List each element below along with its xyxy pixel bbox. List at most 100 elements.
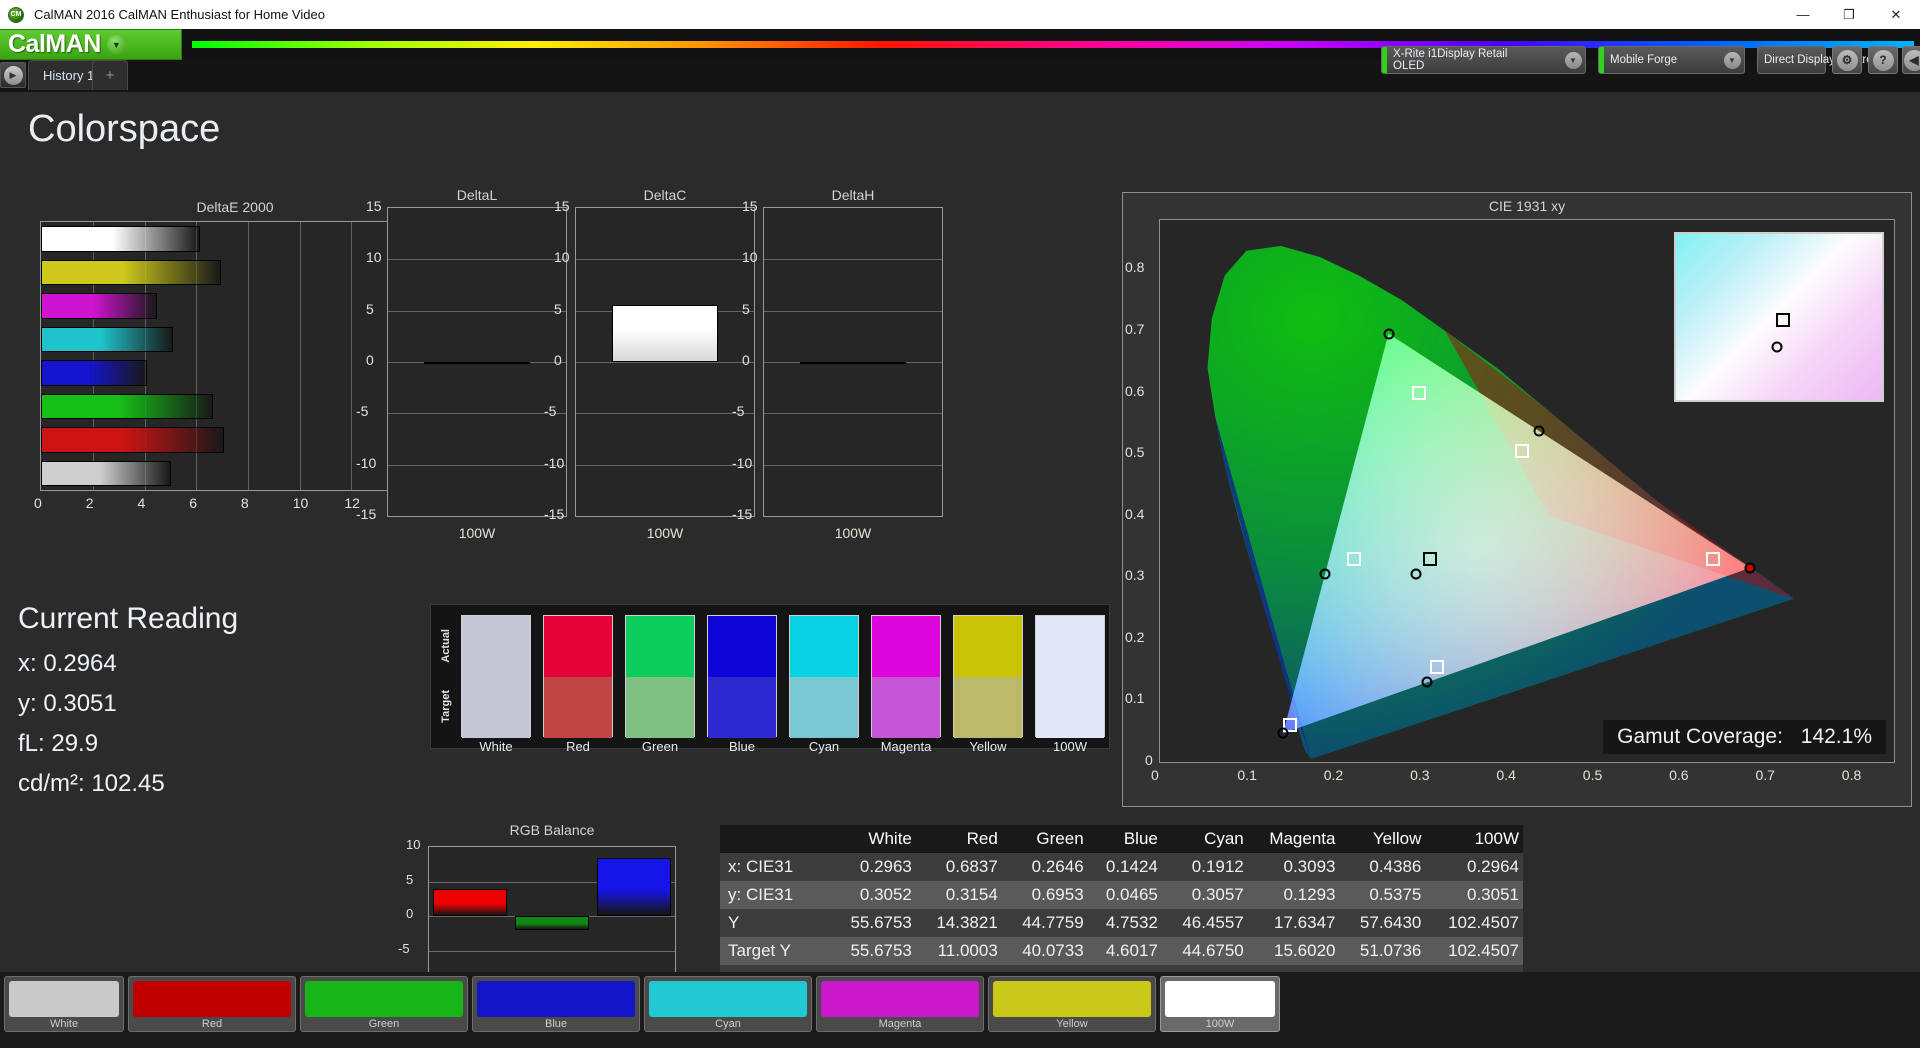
table-cell: 51.0736 [1359, 941, 1422, 960]
bar-red [433, 889, 507, 916]
table-row: Target Y 55.6753 11.0003 40.0733 4.6017 44.67… [720, 937, 1523, 965]
table-cell: 55.6753 [850, 913, 912, 932]
table-header-row: White Red Green Blue Cyan Magenta Yellow 100W [720, 825, 1523, 853]
patch-blue[interactable]: Blue [472, 976, 640, 1032]
x-tick: 0.4 [1496, 767, 1516, 783]
y-tick: 15 [366, 198, 382, 214]
patch-white[interactable]: White [4, 976, 124, 1032]
patch-100w[interactable]: 100W [1160, 976, 1280, 1032]
y-tick: 0.7 [1125, 320, 1145, 337]
table-cell: 40.0733 [1022, 941, 1084, 960]
swatch-target [462, 677, 530, 738]
table-cell: 102.4507 [1448, 941, 1519, 960]
maximize-icon[interactable]: ❐ [1826, 0, 1872, 29]
y-tick: 10 [742, 249, 758, 266]
patch-color-chip [305, 981, 463, 1017]
chart-title: DeltaL [456, 187, 498, 203]
patch-color-chip [1165, 981, 1275, 1017]
swatch-axis-labels: Actual Target [437, 615, 455, 737]
chevron-down-icon[interactable]: ▼ [106, 35, 126, 54]
column-header: Cyan [1204, 829, 1244, 848]
close-icon[interactable]: ✕ [1872, 0, 1920, 29]
calman-logo-button[interactable]: CalMAN ▼ [0, 29, 182, 60]
swatch-comparison-panel: Actual Target White Red Green Blue Cyan Magen… [430, 604, 1110, 754]
bar-100w [611, 304, 719, 362]
bar-100w [799, 362, 907, 364]
patch-selector-bar: WhiteRedGreenBlueCyanMagentaYellow100W ☺… [0, 972, 1920, 1048]
patch-cyan[interactable]: Cyan [644, 976, 812, 1032]
swatch-yellow [953, 615, 1023, 738]
y-tick: 5 [366, 300, 374, 317]
x-axis-label: 100W [834, 525, 872, 541]
cie-target-green [1412, 385, 1427, 400]
swatch-actual [544, 616, 612, 677]
table-cell: 0.1912 [1191, 857, 1244, 876]
table-cell: 102.4507 [1448, 913, 1519, 932]
gridline [764, 464, 942, 466]
play-arrow-icon: ▶ [3, 65, 23, 85]
meter-selector-button[interactable]: X-Rite i1Display Retail OLED ▼ [1381, 46, 1586, 74]
display-control-button[interactable]: Direct Display Control ▼ [1757, 46, 1899, 74]
y-tick: -5 [544, 403, 557, 420]
y-tick: 5 [406, 871, 414, 887]
x-tick: 0 [1151, 767, 1159, 783]
minimize-icon[interactable]: — [1780, 0, 1826, 29]
patch-color-chip [649, 981, 807, 1017]
window-title: CalMAN 2016 CalMAN Enthusiast for Home V… [34, 7, 325, 22]
table-cell: 46.4557 [1182, 913, 1244, 932]
source-selector-button[interactable]: Mobile Forge ▼ [1598, 46, 1745, 74]
y-tick: 0.5 [1125, 444, 1145, 460]
gamut-coverage-label: Gamut Coverage: [1617, 725, 1783, 748]
patch-green[interactable]: Green [300, 976, 468, 1032]
y-tick: 0.1 [1125, 690, 1145, 707]
collapse-panel-button[interactable]: ◀ [1902, 46, 1920, 74]
patch-yellow[interactable]: Yellow [988, 976, 1156, 1032]
x-tick: 4 [137, 495, 146, 511]
patch-red[interactable]: Red [128, 976, 296, 1032]
swatch-label: Red [566, 739, 590, 754]
window-titlebar: CM CalMAN 2016 CalMAN Enthusiast for Hom… [0, 0, 1920, 29]
patch-color-chip [821, 981, 979, 1017]
gridline [576, 362, 754, 363]
bar-green [515, 916, 589, 930]
patch-label: Red [201, 1018, 223, 1030]
swatch-target [708, 677, 776, 738]
tab-add-button[interactable]: + [92, 60, 128, 90]
column-header: Blue [1123, 829, 1158, 848]
chevron-down-icon[interactable]: ▼ [1564, 51, 1582, 69]
y-tick: 15 [742, 198, 758, 214]
gridline [388, 310, 566, 312]
nav-expand-button[interactable]: ▶ [0, 62, 26, 88]
help-button[interactable]: ? [1868, 46, 1898, 74]
settings-button[interactable]: ⚙ [1832, 46, 1862, 74]
y-tick: 0 [366, 352, 374, 368]
gridline [299, 222, 301, 490]
y-tick: 0 [406, 906, 414, 921]
table-cell: 0.3057 [1191, 885, 1244, 904]
row-label: Target Y [728, 941, 792, 960]
meter-name: X-Rite i1Display Retail [1393, 48, 1508, 60]
patch-magenta[interactable]: Magenta [816, 976, 984, 1032]
table-header: White Red Green Blue Cyan Magenta Yellow 100W [720, 825, 1523, 853]
source-name: Mobile Forge [1610, 54, 1678, 66]
reading-cdm2: cd/m²: 102.45 [18, 770, 165, 797]
x-tick: 10 [292, 495, 309, 511]
swatch-label: Yellow [969, 739, 1007, 754]
column-header: 100W [1474, 829, 1519, 848]
y-tick: 5 [554, 300, 562, 317]
row-label: Y [728, 913, 740, 932]
gridline [576, 259, 754, 261]
swatch-actual [872, 616, 940, 677]
table-cell: 0.1424 [1105, 857, 1158, 876]
gridline [764, 310, 942, 312]
chevron-down-icon[interactable]: ▼ [1723, 51, 1741, 69]
cie-measured-yellow [1533, 425, 1545, 437]
table-cell: 0.4386 [1369, 857, 1422, 876]
y-tick: 15 [554, 198, 570, 214]
bar-magenta [41, 293, 157, 319]
y-tick: 0 [554, 352, 562, 368]
swatch-target [626, 677, 694, 738]
gridline [388, 464, 566, 466]
y-tick: 0.2 [1125, 628, 1145, 645]
cie-target-yellow [1515, 443, 1530, 458]
